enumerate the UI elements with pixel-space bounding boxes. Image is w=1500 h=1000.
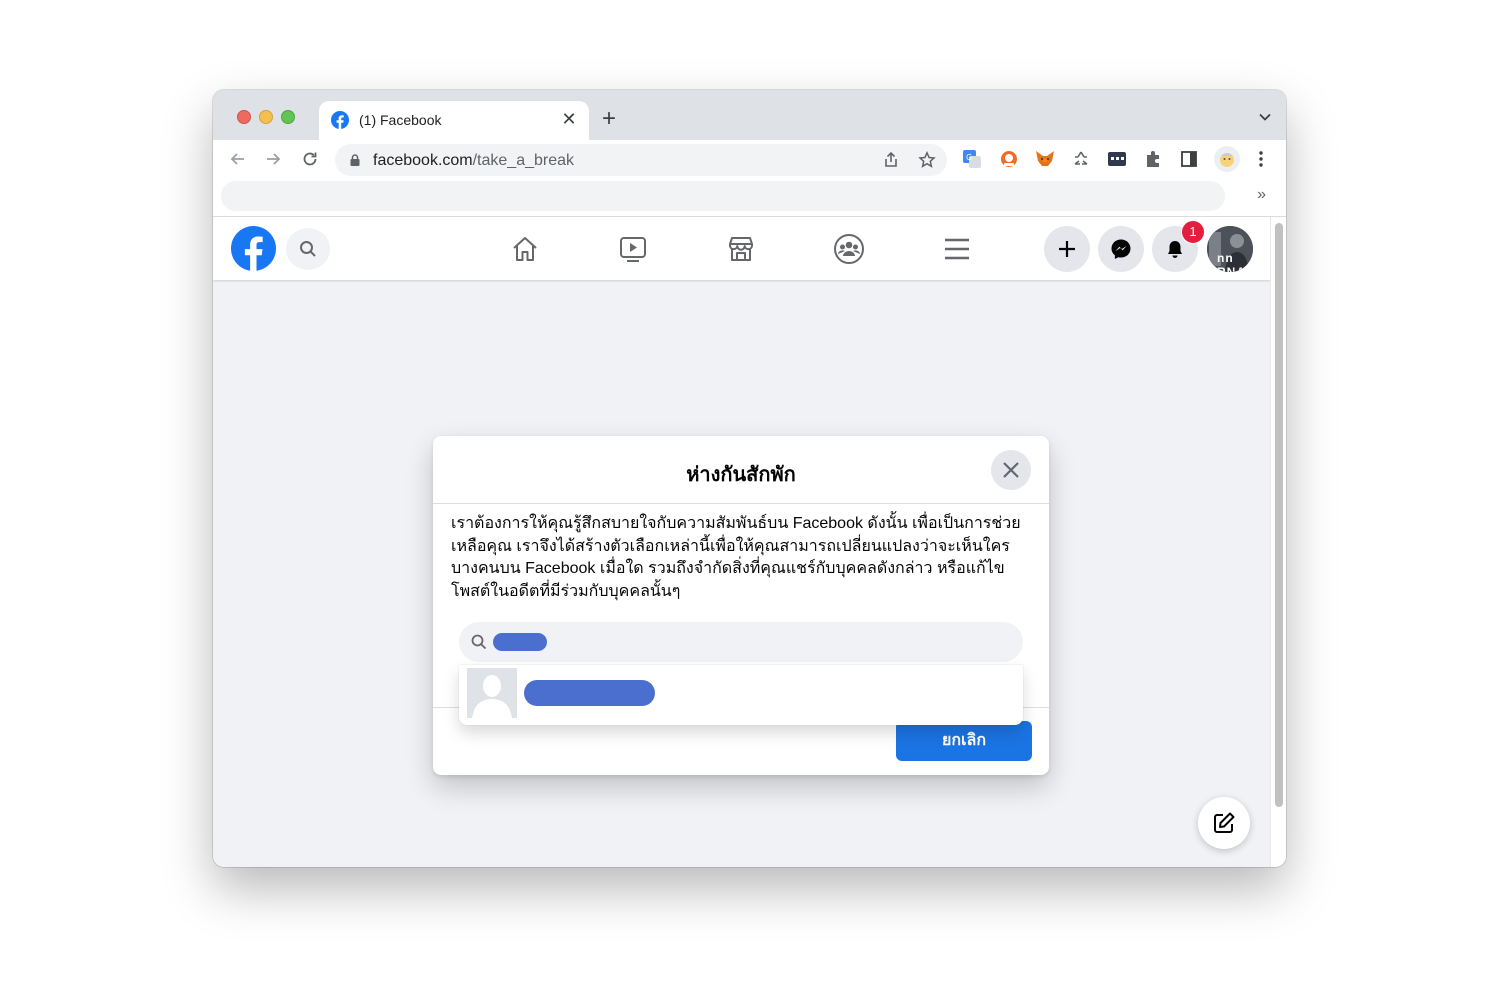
side-panel-icon[interactable]: [1178, 148, 1200, 170]
nav-watch[interactable]: [613, 229, 653, 269]
back-arrow-icon[interactable]: [228, 149, 248, 169]
extensions-puzzle-icon[interactable]: [1142, 148, 1164, 170]
result-name-redacted: [524, 680, 655, 706]
search-icon: [471, 634, 487, 650]
browser-window: (1) Facebook ✕ + facebook.com/take_a_bre…: [213, 90, 1286, 867]
messenger-icon: [1111, 239, 1131, 259]
groups-icon: [834, 234, 864, 264]
search-result-item[interactable]: [459, 665, 1023, 725]
tab-search-chevron-icon[interactable]: [1258, 110, 1272, 124]
home-icon: [513, 237, 537, 261]
url-path: /take_a_break: [472, 152, 575, 169]
bookmarks-bar: »: [213, 178, 1286, 217]
metamask-fox-icon[interactable]: [1034, 148, 1056, 170]
facebook-logo-icon[interactable]: [231, 226, 276, 271]
google-translate-extension-icon[interactable]: G: [961, 148, 983, 170]
zoom-window-button[interactable]: [281, 110, 295, 124]
new-message-button[interactable]: [1198, 797, 1250, 849]
facebook-search-button[interactable]: [286, 228, 330, 270]
messenger-button[interactable]: [1098, 226, 1144, 272]
reload-icon[interactable]: [300, 149, 320, 169]
facebook-header: 1 nn RNA: [213, 217, 1270, 280]
facebook-favicon-icon: [331, 111, 349, 129]
default-profile-picture: [467, 668, 517, 718]
take-a-break-dialog: ห่างกันสักพัก เราต้องการให้คุณรู้สึกสบาย…: [433, 436, 1049, 775]
svg-text:G: G: [966, 153, 972, 162]
close-window-button[interactable]: [237, 110, 251, 124]
profile-avatar-icon[interactable]: [1214, 146, 1240, 172]
cancel-button[interactable]: ยกเลิก: [896, 721, 1032, 761]
screenshot-extension-icon[interactable]: [998, 148, 1020, 170]
password-manager-icon[interactable]: [1106, 148, 1128, 170]
tab-strip: (1) Facebook ✕ +: [213, 90, 1286, 140]
notification-count-badge: 1: [1181, 220, 1205, 244]
url-domain: facebook.com: [373, 152, 473, 169]
page-viewport: 1 nn RNA ห่างกันสักพัก เราต้องการให้คุณร…: [213, 217, 1286, 867]
bell-icon: [1168, 241, 1182, 258]
create-button[interactable]: [1044, 226, 1090, 272]
plus-icon: [1059, 241, 1075, 257]
lock-icon[interactable]: [349, 154, 361, 166]
bookmarks-overflow-button[interactable]: »: [1257, 186, 1266, 204]
recycle-extension-icon[interactable]: [1070, 148, 1092, 170]
close-icon: [1003, 462, 1019, 478]
person-search-input[interactable]: [459, 622, 1023, 662]
page-scrollbar[interactable]: [1270, 217, 1286, 867]
tab-title: (1) Facebook: [359, 112, 442, 128]
browser-menu-icon[interactable]: [1250, 148, 1272, 170]
nav-home[interactable]: [505, 229, 545, 269]
browser-toolbar: facebook.com/take_a_break G: [213, 140, 1286, 178]
nav-menu[interactable]: [937, 229, 977, 269]
share-icon[interactable]: [882, 151, 900, 169]
account-avatar[interactable]: nn RNA: [1207, 226, 1253, 272]
marketplace-shop-icon: [729, 237, 753, 261]
video-play-icon: [620, 237, 646, 262]
new-tab-button[interactable]: +: [602, 107, 616, 131]
hamburger-menu-icon: [945, 238, 969, 260]
compose-edit-icon: [1214, 812, 1235, 833]
dialog-description: เราต้องการให้คุณรู้สึกสบายใจกับความสัมพั…: [451, 515, 1021, 600]
bookmarks-bar-redacted: [221, 181, 1225, 211]
tab-facebook[interactable]: (1) Facebook ✕: [319, 101, 589, 140]
search-icon: [300, 241, 316, 257]
address-bar[interactable]: facebook.com/take_a_break: [335, 144, 947, 176]
dialog-title: ห่างกันสักพัก: [686, 464, 796, 486]
nav-groups[interactable]: [829, 229, 869, 269]
minimize-window-button[interactable]: [259, 110, 273, 124]
scrollbar-thumb[interactable]: [1275, 223, 1283, 807]
tab-close-icon[interactable]: ✕: [559, 109, 579, 129]
dialog-close-button[interactable]: [991, 450, 1031, 490]
search-query-redacted: [493, 633, 547, 651]
nav-marketplace[interactable]: [721, 229, 761, 269]
forward-arrow-icon[interactable]: [263, 149, 283, 169]
dialog-divider: [433, 503, 1049, 504]
avatar-text: nn RNA: [1217, 251, 1246, 272]
bookmark-star-icon[interactable]: [918, 151, 936, 169]
person-silhouette-icon: [467, 668, 517, 718]
url-text[interactable]: facebook.com/take_a_break: [373, 152, 574, 170]
search-results-dropdown: [459, 665, 1023, 725]
